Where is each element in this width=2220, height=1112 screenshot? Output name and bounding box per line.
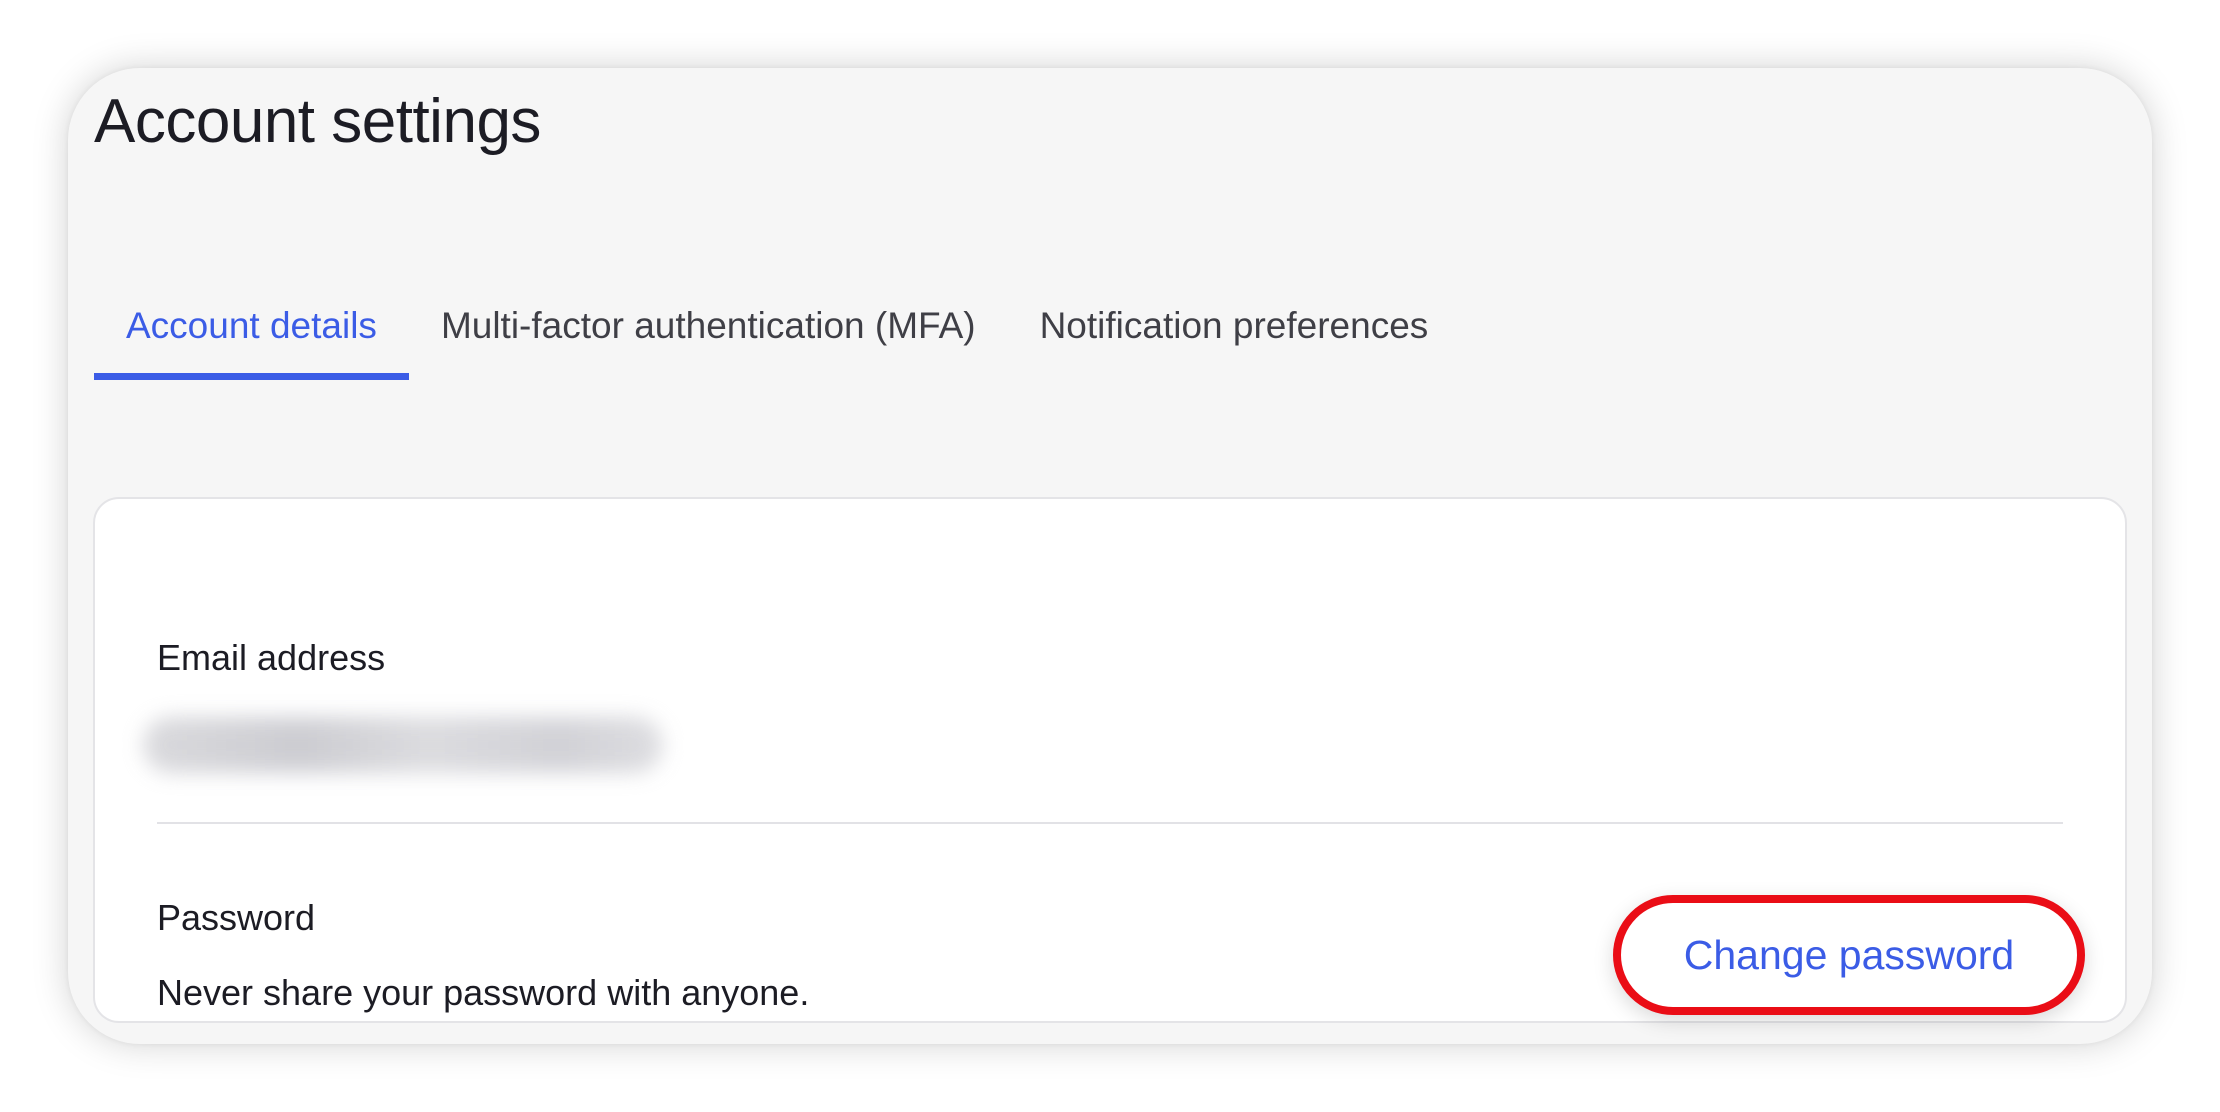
tab-account-details[interactable]: Account details — [94, 271, 409, 380]
settings-tabs: Account details Multi-factor authenticat… — [94, 305, 1460, 380]
section-divider — [157, 822, 2063, 824]
account-details-card: Email address Password Never share your … — [93, 497, 2127, 1023]
page-title: Account settings — [94, 87, 541, 156]
tab-notification-preferences[interactable]: Notification preferences — [1008, 271, 1461, 380]
password-label: Password — [157, 897, 316, 938]
password-hint: Never share your password with anyone. — [157, 972, 810, 1013]
tab-mfa[interactable]: Multi-factor authentication (MFA) — [409, 271, 1008, 380]
account-settings-window: Account settings Account details Multi-f… — [68, 68, 2152, 1044]
email-address-label: Email address — [157, 637, 386, 678]
change-password-button[interactable]: Change password — [1613, 895, 2085, 1015]
email-address-value-redacted — [143, 717, 663, 773]
